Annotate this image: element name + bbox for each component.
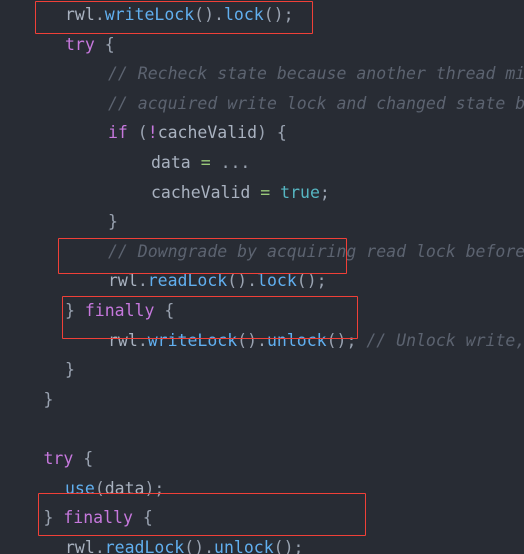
line-if-cachevalid[interactable]: if (!cacheValid) { bbox=[0, 118, 524, 148]
token-punct: () bbox=[237, 330, 258, 350]
token-var: cacheValid bbox=[151, 182, 251, 202]
token-fn: lock bbox=[223, 5, 264, 24]
token-punct: ( bbox=[94, 478, 105, 498]
line-finally-1[interactable]: } finally { bbox=[0, 296, 524, 326]
token-fn: readLock bbox=[147, 271, 228, 291]
token-comment: // acquired write lock and changed state… bbox=[108, 93, 524, 113]
token-fn: readLock bbox=[104, 537, 185, 554]
line-try-open-2[interactable]: try { bbox=[0, 444, 524, 474]
token-punct: } bbox=[65, 360, 75, 380]
token-punct: () bbox=[194, 5, 215, 24]
token-opred: ! bbox=[147, 123, 158, 143]
token-var: data bbox=[104, 478, 145, 498]
token-var: data bbox=[151, 152, 191, 172]
token-var: cacheValid bbox=[157, 123, 258, 143]
token-var: rwl bbox=[65, 5, 95, 24]
line-close-finally-1[interactable]: } bbox=[0, 355, 524, 385]
line-finally-2[interactable]: } finally { bbox=[0, 503, 524, 533]
token-punct: ( bbox=[127, 123, 148, 143]
token-var: rwl bbox=[108, 330, 138, 350]
token-op: = bbox=[200, 152, 211, 172]
token-punct: . bbox=[247, 271, 258, 291]
line-comment-recheck[interactable]: // Recheck state because another thread … bbox=[0, 59, 524, 89]
line-close-if[interactable]: } bbox=[0, 207, 524, 237]
token-punct: . bbox=[257, 330, 267, 350]
token-punct: . bbox=[204, 537, 215, 554]
line-use-data[interactable]: use(data); bbox=[0, 474, 524, 504]
line-cachevalid-true[interactable]: cacheValid = true; bbox=[0, 178, 524, 208]
token-kw: finally bbox=[84, 300, 155, 320]
code-editor-viewport[interactable]: rwl.writeLock().lock(); try {// Recheck s… bbox=[0, 0, 524, 554]
token-kw: try bbox=[65, 34, 95, 54]
token-fn: writeLock bbox=[147, 330, 238, 350]
line-comment-downgrade[interactable]: // Downgrade by acquiring read lock befo… bbox=[0, 237, 524, 267]
line-blank[interactable] bbox=[0, 414, 524, 444]
token-kw: try bbox=[43, 448, 74, 468]
token-punct: (); bbox=[296, 271, 327, 291]
token-punct: } bbox=[108, 212, 118, 232]
token-var: rwl bbox=[65, 537, 95, 554]
line-write-lock-acquire[interactable]: rwl.writeLock().lock(); bbox=[0, 0, 524, 30]
line-read-lock-acquire[interactable]: rwl.readLock().lock(); bbox=[0, 266, 524, 296]
token-punct: . bbox=[137, 330, 148, 350]
token-punct: . bbox=[94, 537, 105, 554]
token-fn: writeLock bbox=[104, 5, 195, 24]
token-punct: ; bbox=[319, 182, 330, 202]
token-fn: unlock bbox=[214, 537, 274, 554]
token-fn: unlock bbox=[266, 330, 327, 350]
token-comment: // Downgrade by acquiring read lock befo… bbox=[108, 241, 524, 261]
token-punct: ... bbox=[220, 152, 251, 172]
token-punct: (); bbox=[273, 537, 304, 554]
line-close-block[interactable]: } bbox=[0, 385, 524, 415]
token-kw: finally bbox=[63, 508, 133, 528]
token-comment: // Unlock write, still bbox=[366, 330, 524, 350]
token-punct: { bbox=[73, 448, 94, 468]
line-comment-acquired[interactable]: // acquired write lock and changed state… bbox=[0, 89, 524, 119]
line-data-assign[interactable]: data = ... bbox=[0, 148, 524, 178]
token-punct: } bbox=[43, 389, 54, 409]
token-punct: . bbox=[94, 5, 105, 24]
line-read-unlock[interactable]: rwl.readLock().unlock(); bbox=[0, 533, 524, 554]
token-const: true bbox=[280, 182, 320, 202]
token-punct: { bbox=[132, 508, 153, 528]
line-try-open-1[interactable]: try { bbox=[0, 30, 524, 60]
code-content[interactable]: rwl.writeLock().lock(); try {// Recheck s… bbox=[0, 0, 524, 554]
token-fn: use bbox=[65, 478, 95, 498]
token-punct: ) { bbox=[257, 123, 287, 143]
token-punct: } bbox=[65, 300, 85, 320]
token-punct: (); bbox=[326, 330, 367, 350]
token-op: = bbox=[260, 182, 271, 202]
token-var: rwl bbox=[108, 271, 138, 291]
token-punct: (); bbox=[263, 5, 294, 24]
token-punct: { bbox=[94, 34, 115, 54]
token-punct: ); bbox=[144, 478, 165, 498]
token-punct: . bbox=[214, 5, 224, 24]
token-kw: if bbox=[108, 123, 128, 143]
token-punct: { bbox=[154, 300, 175, 320]
token-punct: () bbox=[184, 537, 205, 554]
token-punct: . bbox=[137, 271, 148, 291]
token-comment: // Recheck state because another thread … bbox=[108, 64, 524, 84]
token-punct: () bbox=[227, 271, 248, 291]
token-fn: lock bbox=[257, 271, 297, 291]
token-punct: } bbox=[43, 508, 64, 528]
line-write-unlock[interactable]: rwl.writeLock().unlock(); // Unlock writ… bbox=[0, 326, 524, 356]
